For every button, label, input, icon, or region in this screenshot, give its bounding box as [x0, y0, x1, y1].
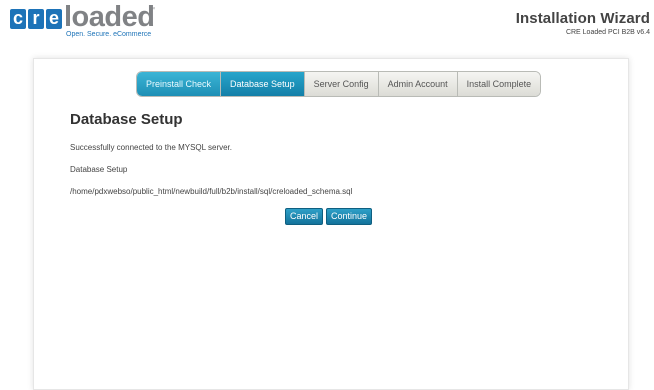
continue-button[interactable]: Continue [326, 208, 373, 225]
connection-status: Successfully connected to the MYSQL serv… [70, 143, 233, 152]
logo-letter-e: e [46, 9, 62, 29]
step-database-setup[interactable]: Database Setup [220, 72, 304, 96]
action-buttons: Cancel Continue [285, 208, 373, 225]
logo-word: loaded [64, 1, 155, 33]
logo-letter-c: c [10, 9, 26, 29]
wizard-version: CRE Loaded PCI B2B v6.4 [565, 29, 650, 36]
step-admin-account[interactable]: Admin Account [377, 72, 457, 96]
section-subtitle: Database Setup [70, 165, 128, 174]
schema-file-path: /home/pdxwebso/public_html/newbuild/full… [70, 187, 353, 196]
step-install-complete[interactable]: Install Complete [456, 72, 541, 96]
step-server-config[interactable]: Server Config [303, 72, 378, 96]
page-title: Database Setup [70, 111, 183, 128]
setup-panel: Preinstall Check Database Setup Server C… [33, 58, 629, 390]
wizard-title: Installation Wizard [515, 10, 650, 27]
logo-trademark: ™ [149, 7, 155, 13]
cancel-button[interactable]: Cancel [285, 208, 324, 225]
step-tabs: Preinstall Check Database Setup Server C… [136, 71, 542, 97]
step-preinstall-check[interactable]: Preinstall Check [137, 72, 221, 96]
logo-tagline: Open. Secure. eCommerce [66, 31, 152, 38]
logo-letter-r: r [28, 9, 44, 29]
